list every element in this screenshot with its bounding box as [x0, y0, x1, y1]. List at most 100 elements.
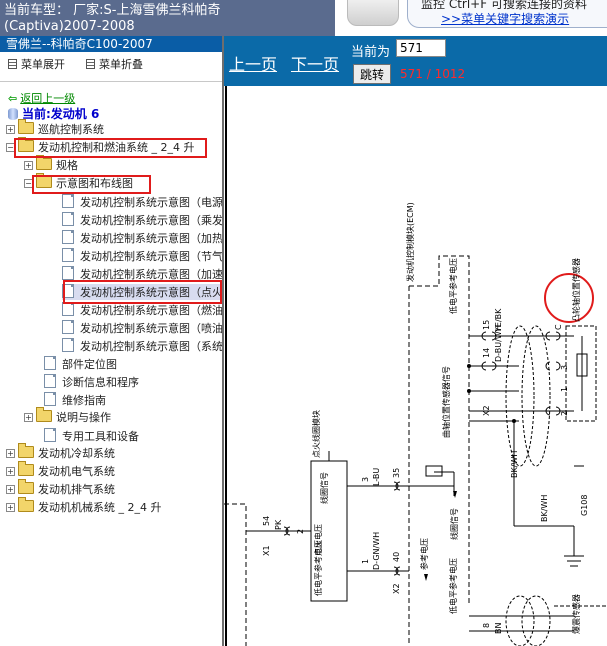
expand-icon[interactable]: + [6, 485, 15, 494]
tree-item-schematic-fuel[interactable]: 发动机控制系统示意图（燃油 [62, 302, 223, 318]
conn-pin-3: 3 [560, 364, 569, 370]
connector-x2-b: X2 [392, 583, 401, 594]
tree-item-label: 发动机控制系统示意图（喷油 [80, 322, 223, 335]
ref-voltage-bottom: 参考电压 [420, 538, 429, 570]
page-count: 571 / 1012 [400, 67, 466, 81]
next-page-link[interactable]: 下一页 [291, 51, 339, 75]
tree-item-schematic-system[interactable]: 发动机控制系统示意图（系统 [62, 338, 223, 354]
tree-item-diagnostics[interactable]: 诊断信息和程序 [44, 374, 139, 390]
document-icon [62, 266, 74, 280]
app-header: 当前车型： 厂家:S-上海雪佛兰科帕奇 (Captiva)2007-2008 [0, 0, 335, 36]
pin-14: 14 [482, 347, 491, 358]
document-icon [62, 230, 74, 244]
wire-bk-wh-2: BK/WH [540, 494, 549, 522]
coil-low-ref-label: 低电平参考电压 [314, 540, 323, 596]
tree-item-schematic-heat[interactable]: 发动机控制系统示意图（加热 [62, 230, 223, 246]
tree-item-label: 巡航控制系统 [38, 123, 104, 136]
pin-1: 1 [361, 558, 370, 564]
coil-signal-label: 线圈信号 [320, 472, 329, 504]
tree-item-label: 发动机冷却系统 [38, 447, 115, 460]
tree-item-label: 说明与操作 [56, 411, 111, 424]
back-link[interactable]: ⇦ 返回上一级 [8, 90, 75, 106]
tree-item-label: 诊断信息和程序 [62, 376, 139, 389]
wire-d-gn-wh: D-GN/WH [372, 531, 381, 570]
page-number-input[interactable] [396, 39, 446, 57]
pin-35: 35 [392, 467, 401, 478]
tree-item-label: 发动机控制系统示意图（加热 [80, 232, 223, 245]
tree-item-label: 部件定位图 [62, 358, 117, 371]
tree-item-component-locator[interactable]: 部件定位图 [44, 356, 117, 372]
wiring-diagram: 发动机控制模块(ECM) 凸轮轴位置传感器 低电平参考电压 15 YE/BK 1… [224, 86, 607, 646]
mouse-icon [347, 0, 399, 26]
conn-pin-c: C [554, 324, 563, 330]
model-title: 雪佛兰--科帕奇C100-2007 [0, 36, 222, 52]
tree-item-schematic-throttle[interactable]: 发动机控制系统示意图（节气 [62, 248, 222, 264]
folder-icon [18, 479, 34, 494]
tree-item-cruise[interactable]: + 巡航控制系统 [6, 119, 104, 138]
tree-item-schematic-power[interactable]: 发动机控制系统示意图（电源 [62, 194, 223, 210]
expand-icon[interactable]: + [24, 161, 33, 170]
tree-item-schematic-injector[interactable]: 发动机控制系统示意图（喷油 [62, 320, 223, 336]
current-node-label: 当前:发动机 6 [22, 107, 100, 121]
crank-signal-label: 曲轴位置传感器信号 [442, 366, 451, 438]
jump-button[interactable]: 跳转 [353, 64, 391, 84]
tree-item-exhaust[interactable]: + 发动机排气系统 [6, 479, 115, 498]
wire-d-bu-wh: D-BU/WH [494, 325, 503, 362]
tree-item-electrical[interactable]: + 发动机电气系统 [6, 461, 115, 480]
tree-item-cooling[interactable]: + 发动机冷却系统 [6, 443, 115, 462]
tree-item-mechanical[interactable]: + 发动机机械系统 _ 2_4 升 [6, 497, 162, 516]
expand-icon[interactable]: + [6, 125, 15, 134]
expand-icon[interactable]: + [6, 449, 15, 458]
divider [0, 81, 222, 82]
expand-menu-button[interactable]: 菜单展开 [8, 56, 65, 72]
collapse-menu-button[interactable]: 菜单折叠 [86, 56, 143, 72]
highlight-box-ignition [63, 280, 222, 304]
pin-15: 15 [482, 319, 491, 330]
coil-module-label: 点火线圈模块 [312, 410, 321, 458]
pin-3: 3 [361, 476, 370, 482]
connector-x1: X1 [262, 545, 271, 556]
tree-item-label: 发动机电气系统 [38, 465, 115, 478]
ground-g108: G108 [580, 494, 589, 516]
list-icon [86, 59, 95, 69]
tree-item-label: 发动机控制系统示意图（燃油 [80, 304, 223, 317]
wire-bk-wh-1: BK/WH [510, 450, 519, 478]
cam-sensor-label: 凸轮轴位置传感器 [572, 258, 581, 322]
wire-pk: PK [274, 519, 283, 530]
pin-40: 40 [392, 551, 401, 562]
document-icon [62, 302, 74, 316]
expand-icon[interactable]: + [6, 503, 15, 512]
tree-item-label: 发动机控制系统示意图（电源 [80, 196, 223, 209]
folder-icon [18, 443, 34, 458]
ecm-label: 发动机控制模块(ECM) [406, 202, 415, 282]
folder-icon [36, 155, 52, 170]
low-ref-voltage-top: 低电平参考电压 [449, 258, 458, 314]
document-icon [44, 392, 56, 406]
tree-item-description[interactable]: + 说明与操作 [24, 407, 111, 426]
document-icon [62, 338, 74, 352]
search-demo-link[interactable]: >>菜单关键字搜索演示 [441, 10, 569, 27]
tree-item-label: 发动机控制系统示意图（系统 [80, 340, 223, 353]
document-icon [62, 212, 74, 226]
expand-icon[interactable]: + [24, 413, 33, 422]
conn-pin-1: 1 [560, 386, 569, 392]
tree-item-schematic-2[interactable]: 发动机控制系统示意图（乘发 [62, 212, 222, 228]
page-nav-bar: 上一页 下一页 当前为 跳转 571 / 1012 [224, 36, 607, 86]
folder-icon [18, 119, 34, 134]
wire-l-bu: L-BU [372, 467, 381, 486]
folder-icon [18, 461, 34, 476]
vehicle-title-line2: (Captiva)2007-2008 [4, 19, 135, 34]
tree-item-special-tools[interactable]: 专用工具和设备 [44, 428, 139, 444]
tree-item-specs[interactable]: + 规格 [24, 155, 78, 174]
document-icon [44, 428, 56, 442]
highlight-box-schematics [32, 175, 151, 194]
document-icon [44, 374, 56, 388]
tree-item-repair[interactable]: 维修指南 [44, 392, 106, 408]
expand-icon[interactable]: + [6, 467, 15, 476]
tree-item-label: 专用工具和设备 [62, 430, 139, 443]
collapse-menu-label: 菜单折叠 [99, 58, 143, 71]
tree-item-label: 发动机排气系统 [38, 483, 115, 496]
coil-signal-2-label: 线圈信号 [450, 508, 459, 540]
prev-page-link[interactable]: 上一页 [229, 51, 277, 75]
diagram-lines [224, 86, 607, 646]
